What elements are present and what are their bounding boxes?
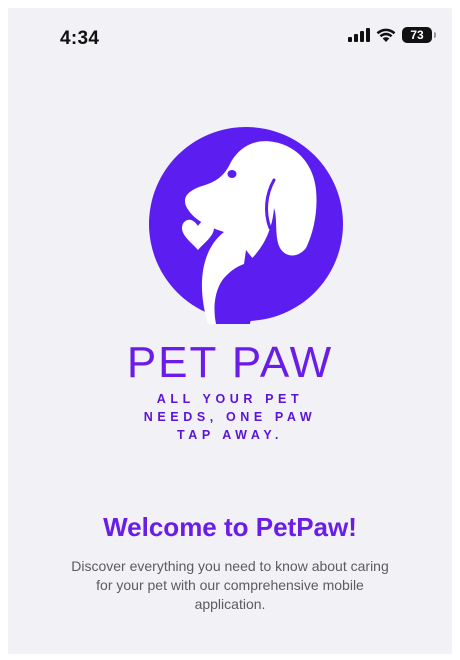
battery-icon: 73 — [402, 27, 436, 43]
welcome-title: Welcome to PetPaw! — [103, 512, 357, 542]
status-bar: 4:34 73 — [8, 8, 452, 68]
tagline-line: TAP AWAY. — [176, 428, 283, 442]
wifi-icon — [376, 28, 396, 42]
status-icons: 73 — [348, 27, 436, 43]
battery-level: 73 — [410, 28, 424, 42]
brand-name: PET PAW — [126, 338, 334, 387]
pet-paw-logo-icon — [149, 127, 343, 324]
cellular-signal-icon — [348, 28, 370, 42]
status-time: 4:34 — [60, 28, 100, 49]
brand-tagline: ALL YOUR PET NEEDS, ONE PAW TAP AWAY. — [8, 390, 452, 444]
welcome-description: Discover everything you need to know abo… — [71, 558, 389, 612]
splash-screen: 4:34 73 PET PAW ALL YOUR PET NEEDS, ONE … — [8, 8, 452, 654]
tagline-line: NEEDS, ONE PAW — [143, 410, 317, 424]
tagline-line: ALL YOUR PET — [156, 392, 304, 406]
